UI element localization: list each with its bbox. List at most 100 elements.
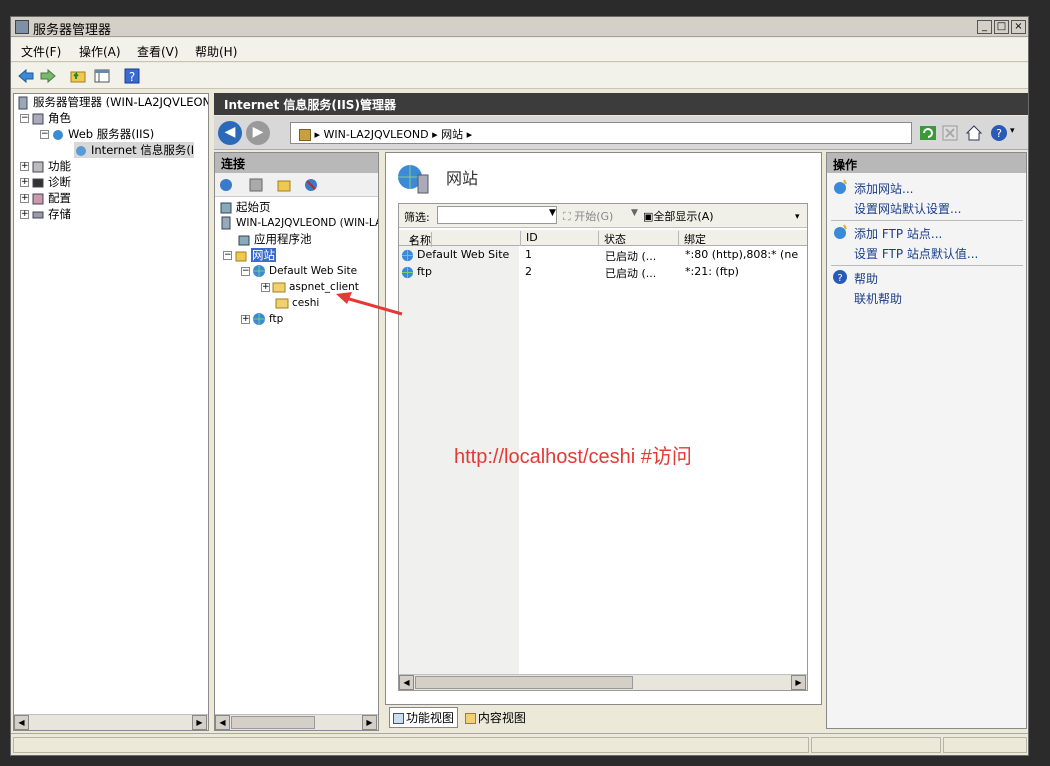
breadcrumb-server[interactable]: WIN-LA2JQVLEOND [324, 128, 429, 141]
table-row[interactable]: ftp 2 已启动 (... *:21: (ftp) [401, 264, 805, 280]
back-arrow-icon[interactable] [17, 67, 35, 85]
row-status: 已启动 (... [605, 250, 657, 263]
expand-icon[interactable]: + [261, 282, 270, 292]
row-id: 1 [525, 248, 532, 261]
tree-roles[interactable]: − 角色 [20, 110, 71, 126]
action-add-ftp[interactable]: 添加 FTP 站点... [854, 225, 942, 242]
expand-icon[interactable]: + [20, 178, 29, 187]
nav-forward-icon[interactable]: ▶ [246, 121, 270, 145]
conn-sites[interactable]: − 网站 [223, 247, 276, 263]
title-bar: 服务器管理器 _ □ × [11, 17, 1028, 38]
filter-dropdown-icon[interactable]: ▼ [549, 208, 556, 218]
tree-features[interactable]: + 功能 [20, 158, 71, 174]
left-tree-scrollbar[interactable]: ◀ ▶ [14, 714, 208, 730]
svg-text:?: ? [996, 127, 1002, 140]
show-all-button[interactable]: ▣全部显示(A) [643, 208, 714, 224]
action-site-defaults[interactable]: 设置网站默认设置... [854, 200, 961, 217]
tree-root[interactable]: 服务器管理器 (WIN-LA2JQVLEON [16, 94, 208, 110]
table-row[interactable]: Default Web Site 1 已启动 (... *:80 (http),… [401, 247, 805, 263]
menu-help[interactable]: 帮助(H) [195, 43, 237, 60]
col-name[interactable]: 名称 ▲ [399, 231, 521, 247]
conn-ftp[interactable]: + ftp [241, 311, 283, 327]
globe-icon [401, 249, 414, 261]
action-add-site[interactable]: 添加网站... [854, 180, 913, 197]
actions-divider [831, 220, 1023, 221]
start-page-label: 起始页 [236, 200, 271, 214]
actions-pane: 操作 添加网站... 设置网站默认设置... 添加 FTP 站点... 设置 F… [826, 152, 1027, 729]
help-icon[interactable]: ? [123, 67, 141, 85]
annotation-arrow-icon [336, 292, 403, 316]
collapse-icon[interactable]: − [40, 130, 49, 139]
scroll-left-icon[interactable]: ◀ [215, 715, 230, 730]
forward-arrow-icon[interactable] [39, 67, 57, 85]
iis-navigation-bar: ◀ ▶ ▸ WIN-LA2JQVLEOND ▸ 网站 ▸ ? ▾ [214, 116, 1028, 150]
col-binding[interactable]: 绑定 [679, 231, 807, 246]
breadcrumb-sites[interactable]: 网站 [441, 128, 463, 141]
collapse-icon[interactable]: − [223, 251, 232, 260]
toolbar-overflow-icon[interactable]: ▾ [795, 212, 800, 222]
save-icon[interactable] [248, 177, 264, 193]
menu-view[interactable]: 查看(V) [137, 43, 179, 60]
minimize-button[interactable]: _ [977, 20, 992, 34]
scroll-thumb[interactable] [415, 676, 633, 689]
expand-icon[interactable]: + [20, 162, 29, 171]
col-id[interactable]: ID [521, 231, 599, 246]
server-manager-window: 服务器管理器 _ □ × 文件(F) 操作(A) 查看(V) 帮助(H) ? 服… [10, 16, 1029, 756]
connections-scrollbar[interactable]: ◀ ▶ [215, 714, 378, 730]
menu-file[interactable]: 文件(F) [21, 43, 61, 60]
tree-storage[interactable]: + 存储 [20, 206, 71, 222]
tab-feature-view[interactable]: 功能视图 [389, 707, 459, 728]
scroll-left-icon[interactable]: ◀ [399, 675, 414, 690]
expand-icon[interactable]: + [241, 314, 250, 324]
collapse-icon[interactable]: − [241, 266, 250, 276]
action-help[interactable]: 帮助 [854, 270, 878, 287]
home-icon[interactable] [965, 124, 983, 142]
close-button[interactable]: × [1011, 20, 1026, 34]
maximize-button[interactable]: □ [994, 20, 1009, 34]
action-ftp-defaults[interactable]: 设置 FTP 站点默认值... [854, 245, 978, 262]
up-folder-icon[interactable] [69, 67, 87, 85]
up-level-icon[interactable] [276, 177, 292, 193]
stop-icon[interactable] [941, 124, 959, 142]
tree-diagnostics[interactable]: + 诊断 [20, 174, 71, 190]
action-online-help[interactable]: 联机帮助 [854, 290, 902, 307]
help-menu-icon[interactable]: ? [990, 124, 1008, 142]
app-pool-icon [238, 235, 250, 245]
tree-web-server[interactable]: − Web 服务器(IIS) [40, 126, 154, 142]
tab-content-view[interactable]: 内容视图 [462, 708, 529, 727]
scroll-right-icon[interactable]: ▶ [192, 715, 207, 730]
server-manager-icon [15, 20, 29, 34]
conn-ceshi[interactable]: ceshi [275, 295, 319, 311]
scroll-thumb[interactable] [231, 716, 315, 729]
disconnect-icon[interactable] [303, 177, 319, 193]
scroll-left-icon[interactable]: ◀ [14, 715, 29, 730]
scroll-right-icon[interactable]: ▶ [362, 715, 377, 730]
row-name-cell: ftp [401, 265, 519, 279]
refresh-icon[interactable] [919, 124, 937, 142]
conn-server[interactable]: WIN-LA2JQVLEOND (WIN-LA [219, 215, 378, 231]
connect-icon[interactable] [218, 177, 234, 193]
start-filter-button[interactable]: ⛶ 开始(G) [563, 208, 613, 224]
tree-diagnostics-label: 诊断 [48, 175, 71, 189]
server-manager-tree: 服务器管理器 (WIN-LA2JQVLEON − 角色 − Web 服务器(IIS)… [13, 93, 209, 731]
conn-start-page[interactable]: 起始页 [219, 199, 271, 215]
list-scrollbar[interactable]: ◀ ▶ [399, 674, 807, 690]
start-filter-label: 开始(G) [574, 210, 614, 223]
col-status[interactable]: 状态 [599, 231, 679, 246]
show-hide-tree-icon[interactable] [93, 67, 111, 85]
tree-iis-manager[interactable]: Internet 信息服务(I [74, 142, 195, 158]
help-dropdown-icon[interactable]: ▾ [1010, 126, 1015, 136]
nav-back-icon[interactable]: ◀ [218, 121, 242, 145]
expand-icon[interactable]: + [20, 210, 29, 219]
collapse-icon[interactable]: − [20, 114, 29, 123]
tree-configuration[interactable]: + 配置 [20, 190, 71, 206]
menu-action[interactable]: 操作(A) [79, 43, 121, 60]
tree-configuration-label: 配置 [48, 191, 71, 205]
scroll-right-icon[interactable]: ▶ [791, 675, 806, 690]
conn-app-pools[interactable]: 应用程序池 [237, 231, 312, 247]
address-bar[interactable]: ▸ WIN-LA2JQVLEOND ▸ 网站 ▸ [290, 122, 912, 144]
start-dropdown-icon[interactable]: ▼ [631, 208, 638, 218]
conn-default-site[interactable]: − Default Web Site [241, 263, 357, 279]
expand-icon[interactable]: + [20, 194, 29, 203]
filter-input[interactable] [437, 206, 557, 224]
